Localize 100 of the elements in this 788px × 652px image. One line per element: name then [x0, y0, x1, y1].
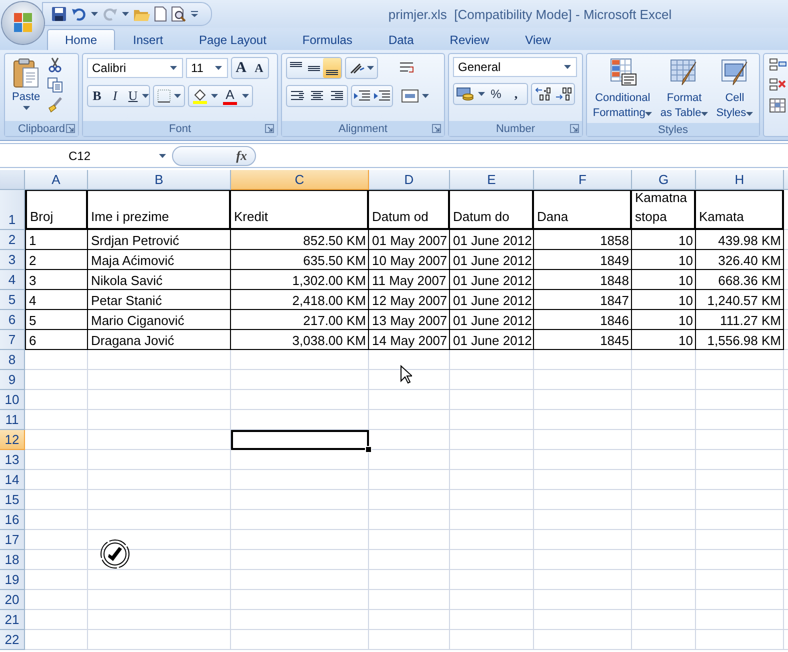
- caret-icon[interactable]: [564, 65, 571, 69]
- dialog-launcher-icon[interactable]: [265, 124, 274, 133]
- caret-icon[interactable]: [170, 66, 177, 70]
- row-header[interactable]: 14: [0, 470, 25, 490]
- currency-icon[interactable]: [456, 86, 476, 102]
- decrease-indent-icon[interactable]: [352, 89, 372, 103]
- ribbon-tab[interactable]: Home: [47, 29, 116, 50]
- font-size-field[interactable]: 11: [186, 58, 228, 78]
- caret-icon[interactable]: [215, 66, 222, 70]
- active-cell[interactable]: [231, 430, 369, 450]
- table-cell: Petar Stanić: [88, 290, 231, 310]
- increase-indent-icon[interactable]: [372, 89, 392, 103]
- caret-icon[interactable]: [478, 92, 485, 96]
- row-header[interactable]: 22: [0, 630, 25, 650]
- row-header[interactable]: 3: [0, 250, 25, 270]
- paste-button[interactable]: Paste: [9, 57, 44, 118]
- name-box[interactable]: C12: [0, 145, 172, 166]
- caret-icon[interactable]: [701, 112, 708, 116]
- merge-cells-icon[interactable]: [401, 89, 419, 103]
- underline-button[interactable]: U: [124, 86, 142, 106]
- copy-icon[interactable]: [47, 77, 64, 93]
- ribbon-tab[interactable]: Page Layout: [181, 29, 284, 50]
- caret-icon[interactable]: [422, 94, 429, 98]
- redo-caret-icon[interactable]: [122, 12, 129, 16]
- ribbon-tab[interactable]: View: [507, 29, 569, 50]
- row-header[interactable]: 17: [0, 530, 25, 550]
- style-gallery-button[interactable]: Cell Styles: [713, 57, 756, 120]
- ribbon-tab[interactable]: Insert: [115, 29, 182, 50]
- save-icon[interactable]: [51, 6, 67, 22]
- print-preview-icon[interactable]: [171, 6, 187, 22]
- column-header[interactable]: A: [25, 170, 88, 190]
- column-header[interactable]: D: [369, 170, 450, 190]
- undo-caret-icon[interactable]: [91, 12, 98, 16]
- column-header[interactable]: H: [696, 170, 784, 190]
- caret-icon[interactable]: [142, 94, 149, 98]
- table-cell: 01 June 2012: [450, 310, 534, 330]
- row-header[interactable]: 10: [0, 390, 25, 410]
- align-center-icon[interactable]: [310, 90, 324, 102]
- caret-icon[interactable]: [242, 94, 249, 98]
- row-header[interactable]: 18: [0, 550, 25, 570]
- row-header[interactable]: 1: [0, 190, 25, 230]
- row-header[interactable]: 6: [0, 310, 25, 330]
- ribbon-tab[interactable]: Review: [432, 29, 508, 50]
- customize-caret-icon[interactable]: [191, 10, 199, 18]
- comma-button[interactable]: ,: [507, 84, 525, 104]
- row-header[interactable]: 11: [0, 410, 25, 430]
- column-header[interactable]: E: [450, 170, 534, 190]
- percent-button[interactable]: %: [487, 84, 505, 104]
- row-header[interactable]: 16: [0, 510, 25, 530]
- angled-text-icon[interactable]: [349, 61, 365, 75]
- fill-bucket-icon[interactable]: [192, 88, 208, 104]
- grow-font-button[interactable]: A: [232, 58, 250, 78]
- caret-icon[interactable]: [645, 112, 652, 116]
- vertical-align-button[interactable]: [323, 58, 341, 78]
- font-name-field[interactable]: Calibri: [87, 58, 183, 78]
- style-gallery-button[interactable]: Format as Table: [657, 57, 712, 120]
- format-cells-icon[interactable]: [769, 97, 787, 113]
- caret-icon[interactable]: [367, 66, 374, 70]
- row-header[interactable]: 21: [0, 610, 25, 630]
- caret-icon[interactable]: [746, 112, 754, 116]
- italic-button[interactable]: I: [106, 86, 124, 106]
- dialog-launcher-icon[interactable]: [570, 124, 579, 133]
- increase-decimal-icon[interactable]: [534, 86, 552, 102]
- row-header[interactable]: 7: [0, 330, 25, 350]
- office-button[interactable]: [2, 2, 44, 44]
- bold-button[interactable]: B: [88, 86, 106, 106]
- row-header[interactable]: 9: [0, 370, 25, 390]
- row-header[interactable]: 8: [0, 350, 25, 370]
- insert-cells-icon[interactable]: [769, 57, 787, 73]
- caret-icon[interactable]: [22, 106, 30, 110]
- style-gallery-button[interactable]: Conditional Formatting: [590, 57, 656, 120]
- caret-icon[interactable]: [159, 154, 166, 158]
- row-header[interactable]: 19: [0, 570, 25, 590]
- caret-icon[interactable]: [211, 94, 218, 98]
- dialog-launcher-icon[interactable]: [66, 124, 75, 133]
- row-header[interactable]: 5: [0, 290, 25, 310]
- column-header[interactable]: C: [231, 170, 369, 190]
- row-header[interactable]: 4: [0, 270, 25, 290]
- row-header[interactable]: 15: [0, 490, 25, 510]
- ribbon-tab[interactable]: Data: [370, 29, 432, 50]
- caret-icon[interactable]: [174, 94, 181, 98]
- undo-icon[interactable]: [71, 6, 87, 22]
- ribbon-tab[interactable]: Formulas: [284, 29, 370, 50]
- new-document-icon[interactable]: [154, 6, 167, 22]
- row-header[interactable]: 13: [0, 450, 25, 470]
- number-format-field[interactable]: General: [453, 57, 577, 77]
- column-header[interactable]: G: [632, 170, 696, 190]
- row-header[interactable]: 2: [0, 230, 25, 250]
- borders-icon[interactable]: [157, 89, 171, 103]
- insert-function-button[interactable]: fx: [172, 146, 256, 166]
- delete-cells-icon[interactable]: [769, 77, 787, 93]
- paintbrush-icon[interactable]: [47, 97, 64, 113]
- row-header[interactable]: 12: [0, 430, 25, 450]
- column-header[interactable]: F: [534, 170, 632, 190]
- column-header[interactable]: B: [88, 170, 231, 190]
- row-header[interactable]: 20: [0, 590, 25, 610]
- decrease-decimal-icon[interactable]: [554, 86, 572, 102]
- dialog-launcher-icon[interactable]: [432, 124, 441, 133]
- scissors-icon[interactable]: [47, 57, 64, 73]
- shrink-font-button[interactable]: A: [250, 58, 268, 78]
